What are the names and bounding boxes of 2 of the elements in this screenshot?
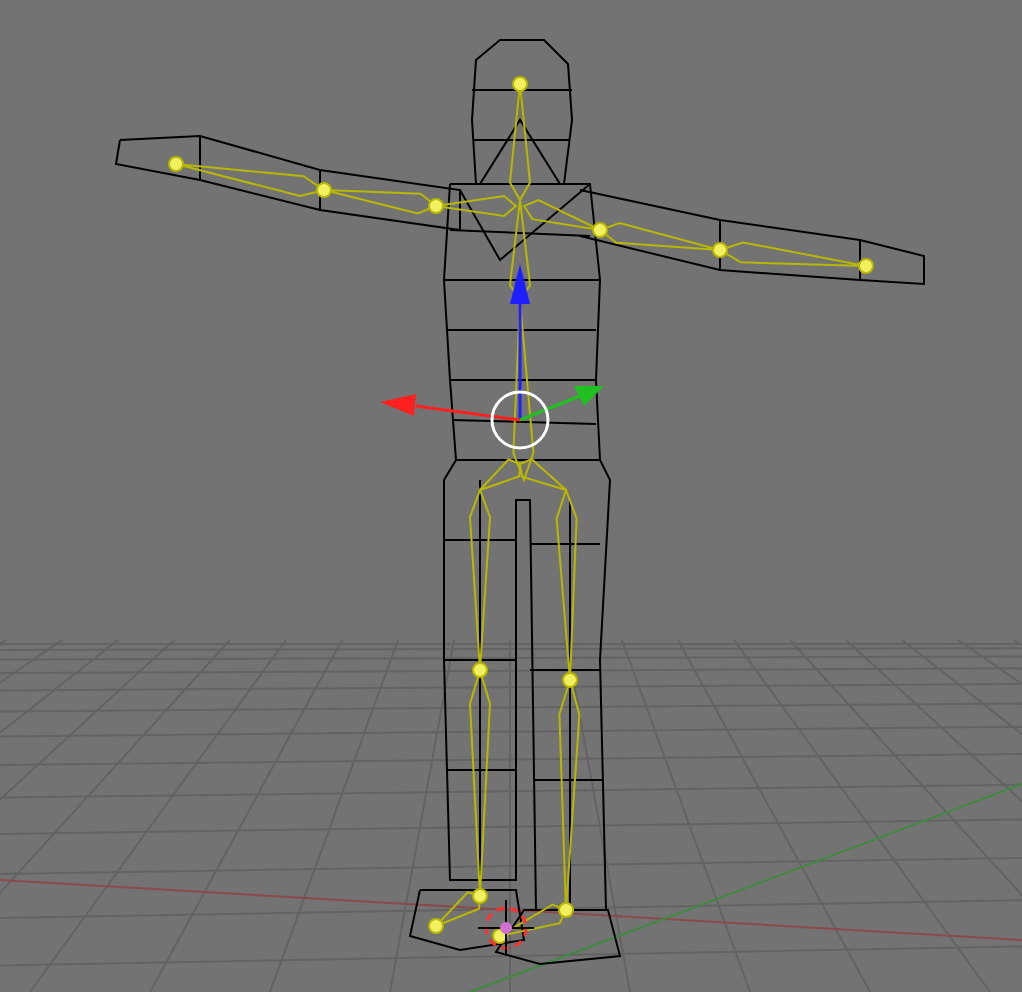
- 3d-cursor-icon: [477, 899, 535, 957]
- transform-gizmo-drawing[interactable]: [380, 264, 604, 450]
